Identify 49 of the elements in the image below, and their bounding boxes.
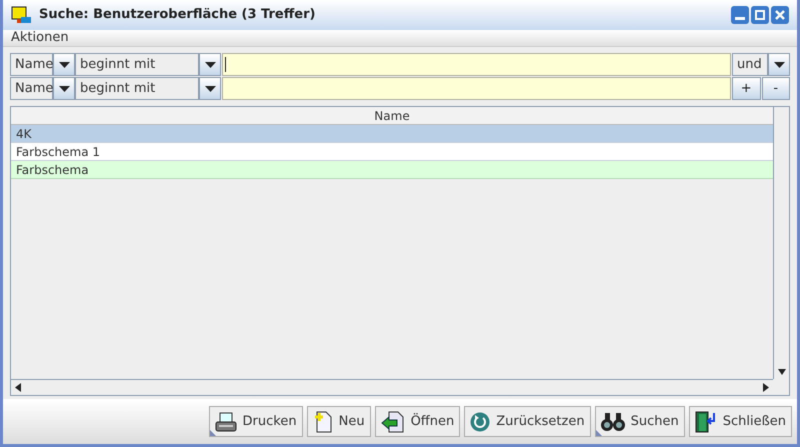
table-row[interactable]: Farbschema 1 bbox=[11, 143, 773, 161]
printer-icon bbox=[214, 412, 237, 432]
dropdown-button[interactable] bbox=[53, 77, 75, 100]
dropdown-field[interactable]: beginnt mit bbox=[75, 77, 199, 100]
dropdown-button[interactable] bbox=[199, 77, 221, 100]
vertical-scrollbar[interactable] bbox=[773, 107, 789, 379]
add-button[interactable]: + bbox=[732, 77, 760, 100]
toolbar-button[interactable]: Drucken bbox=[208, 406, 303, 437]
maximize-icon bbox=[755, 10, 765, 20]
dropdown-arrow-icon bbox=[58, 62, 70, 68]
horizontal-scrollbar[interactable] bbox=[11, 379, 773, 395]
toolbar-button[interactable]: Suchen bbox=[594, 406, 685, 437]
column-header[interactable]: Name bbox=[11, 107, 773, 125]
reset-icon bbox=[470, 412, 490, 432]
new-document-icon bbox=[312, 410, 333, 432]
table-row[interactable]: Farbschema bbox=[11, 161, 773, 179]
dropdown-field[interactable]: und bbox=[732, 53, 768, 76]
dropdown-arrow-icon bbox=[774, 62, 784, 68]
scroll-down-icon[interactable] bbox=[778, 368, 786, 376]
scroll-left-icon[interactable] bbox=[15, 383, 21, 392]
toolbar-button[interactable]: Schließen bbox=[688, 406, 792, 437]
maximize-button[interactable] bbox=[751, 6, 769, 24]
window-title: Suche: Benutzeroberfläche (3 Treffer) bbox=[39, 6, 316, 24]
search-input-field[interactable] bbox=[222, 77, 731, 100]
dropdown-arrow-icon bbox=[58, 86, 70, 92]
dropdown-field[interactable]: Name bbox=[10, 77, 53, 100]
dropdown-arrow-icon bbox=[204, 86, 216, 92]
dropdown-arrow-icon bbox=[204, 62, 216, 68]
table-row[interactable]: 4K bbox=[11, 125, 773, 143]
menu-item[interactable]: Aktionen bbox=[11, 28, 69, 48]
dropdown-field[interactable]: beginnt mit bbox=[75, 53, 199, 76]
exit-door-icon bbox=[694, 410, 717, 432]
toolbar-button[interactable]: Öffnen bbox=[374, 406, 460, 437]
dropdown-button[interactable] bbox=[199, 53, 221, 76]
close-button[interactable] bbox=[771, 6, 789, 24]
remove-button[interactable]: - bbox=[762, 77, 790, 100]
app-icon bbox=[11, 6, 33, 24]
dropdown-field[interactable]: Name bbox=[10, 53, 53, 76]
binoculars-icon bbox=[600, 412, 625, 432]
close-icon bbox=[775, 10, 785, 20]
scroll-right-icon[interactable] bbox=[763, 383, 769, 392]
dropdown-button[interactable] bbox=[53, 53, 75, 76]
toolbar-button[interactable]: Neu bbox=[306, 406, 371, 437]
toolbar-button[interactable]: Zurücksetzen bbox=[464, 406, 591, 437]
dropdown-button[interactable] bbox=[768, 53, 790, 76]
document-arrow-icon bbox=[380, 410, 405, 432]
minimize-icon bbox=[735, 17, 745, 20]
search-input-field[interactable] bbox=[222, 53, 731, 76]
minimize-button[interactable] bbox=[731, 6, 749, 24]
